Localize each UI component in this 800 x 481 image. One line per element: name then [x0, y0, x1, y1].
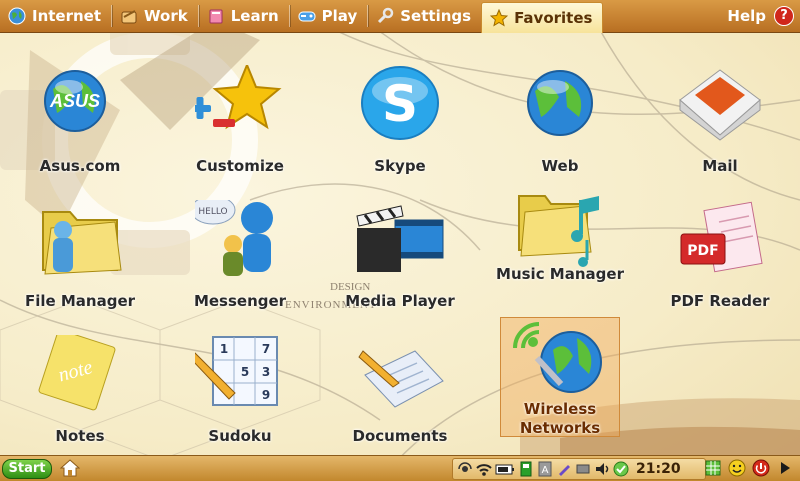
asus-logo-text: ASUS [49, 91, 100, 111]
wireless-globe-icon [513, 322, 603, 412]
skype-logo-letter: S [382, 75, 418, 133]
notepad-icon: note [35, 329, 125, 425]
wrench-icon [376, 7, 394, 25]
envelope-icon [675, 65, 765, 155]
app-label: Music Manager [496, 265, 624, 283]
svg-text:A: A [542, 465, 549, 476]
app-label: PDF Reader [670, 292, 770, 310]
app-web[interactable]: Web [480, 65, 640, 200]
arrow-right-icon[interactable] [776, 459, 794, 477]
pdf-badge-text: PDF [687, 243, 718, 259]
pdf-icon: PDF [675, 200, 765, 290]
smiley-icon[interactable] [728, 459, 746, 477]
tab-play-label: Play [321, 7, 358, 25]
skype-icon: S [355, 65, 445, 155]
app-label: Wireless Networks [519, 400, 601, 437]
tab-internet[interactable]: Internet [0, 0, 111, 32]
app-pdf-reader[interactable]: PDF PDF Reader [640, 200, 800, 335]
tab-learn-label: Learn [230, 7, 279, 25]
wifi-icon[interactable] [476, 461, 492, 477]
tab-work-label: Work [144, 7, 188, 25]
home-icon[interactable] [59, 459, 81, 477]
app-mail[interactable]: Mail [640, 65, 800, 200]
category-menu-bar: Internet Work Learn Play Settings Favori… [0, 0, 800, 33]
battery-icon[interactable] [495, 461, 515, 477]
system-tray: A 21:20 [452, 458, 706, 480]
globe-icon [8, 7, 26, 25]
taskbar: Start A 21:20 [0, 455, 800, 481]
app-label: Asus.com [39, 157, 121, 175]
help-icon: ? [774, 6, 794, 26]
app-label: Notes [55, 427, 105, 445]
documents-icon [355, 335, 445, 425]
help-label: Help [727, 7, 766, 25]
keyboard-icon[interactable]: A [537, 461, 553, 477]
tab-favorites[interactable]: Favorites [481, 1, 604, 33]
globe-icon [515, 65, 605, 155]
device-icon[interactable] [575, 461, 591, 477]
star-icon [489, 8, 509, 27]
start-button[interactable]: Start [2, 459, 52, 479]
app-label: Skype [374, 157, 426, 175]
app-label: Documents [352, 427, 448, 445]
tab-settings[interactable]: Settings [368, 0, 481, 32]
spreadsheet-icon[interactable] [704, 459, 722, 477]
sudoku-digit: 5 [241, 365, 249, 379]
tab-play[interactable]: Play [290, 0, 368, 32]
folder-user-icon [35, 200, 125, 290]
help-button[interactable]: Help ? [727, 0, 794, 32]
app-wireless-networks[interactable]: Wireless Networks [500, 317, 620, 437]
app-documents[interactable]: Documents [320, 335, 480, 470]
app-label: Messenger [193, 292, 287, 310]
power-icon[interactable] [752, 459, 770, 477]
clock[interactable]: 21:20 [636, 461, 681, 477]
app-label: Mail [702, 157, 738, 175]
sudoku-digit: 3 [262, 365, 270, 379]
clapperboard-icon [355, 200, 445, 290]
network-icon[interactable] [457, 461, 473, 477]
app-messenger[interactable]: HELLO Messenger [160, 195, 320, 335]
app-label: Web [541, 157, 579, 175]
pen-icon[interactable] [556, 461, 572, 477]
briefcase-icon [120, 7, 138, 25]
sudoku-digit: 1 [220, 342, 228, 356]
app-asus-com[interactable]: ASUS Asus.com [0, 65, 160, 200]
book-icon [207, 7, 225, 25]
chat-icon[interactable] [613, 461, 629, 477]
tab-favorites-label: Favorites [514, 8, 593, 27]
volume-icon[interactable] [594, 461, 610, 477]
hello-bubble-text: HELLO [198, 207, 227, 217]
tab-internet-label: Internet [32, 7, 102, 25]
sudoku-icon: 1 7 5 3 9 [190, 335, 285, 425]
app-label: Customize [196, 157, 284, 175]
tab-settings-label: Settings [400, 7, 472, 25]
app-sudoku[interactable]: 1 7 5 3 9 Sudoku [160, 335, 320, 470]
app-file-manager[interactable]: File Manager [0, 200, 160, 335]
star-plus-minus-icon [189, 62, 285, 155]
app-notes[interactable]: note Notes [0, 329, 160, 470]
app-media-player[interactable]: Media Player [320, 200, 480, 335]
right-tray [704, 458, 798, 478]
sd-card-icon[interactable] [518, 461, 534, 477]
tab-learn[interactable]: Learn [199, 0, 289, 32]
messenger-icon: HELLO [190, 195, 285, 290]
sudoku-digit: 9 [262, 388, 270, 402]
sudoku-digit: 7 [262, 342, 270, 356]
asus-globe-icon: ASUS [35, 65, 125, 155]
app-label: File Manager [24, 292, 136, 310]
app-label: Sudoku [208, 427, 272, 445]
app-customize[interactable]: Customize [160, 62, 320, 200]
app-label: Media Player [345, 292, 455, 310]
app-skype[interactable]: S Skype [320, 65, 480, 200]
tab-work[interactable]: Work [112, 0, 198, 32]
app-music-manager[interactable]: Music Manager [480, 195, 640, 335]
gamepad-icon [298, 7, 316, 25]
